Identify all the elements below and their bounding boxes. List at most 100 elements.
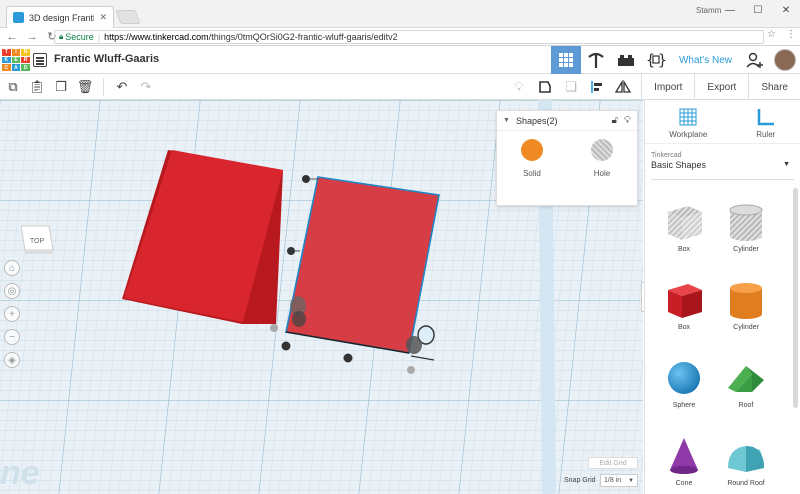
- 3d-view-button[interactable]: [550, 46, 581, 74]
- zoom-out-icon[interactable]: −: [4, 329, 20, 345]
- edit-grid-button[interactable]: Edit Grid: [588, 457, 638, 469]
- undo-icon[interactable]: ↶: [113, 78, 131, 96]
- home-view-icon[interactable]: ⌂: [4, 260, 20, 276]
- group-icon[interactable]: ❏: [562, 78, 580, 96]
- browser-tab-strip: 3D design Frantic Wluff… ✕ Stamm — ☐ ✕: [0, 0, 800, 28]
- ruler-tool[interactable]: Ruler: [756, 107, 776, 139]
- address-bar-row: ← → ↻ 🔒︎ Secure | https://www.tinkercad.…: [0, 28, 800, 46]
- shape-label: Roof: [738, 402, 754, 409]
- ruler-label: Ruler: [756, 130, 776, 139]
- file-actions: Import Export Share: [641, 74, 800, 100]
- forward-arrow-icon[interactable]: →: [24, 29, 40, 45]
- url-separator: |: [97, 32, 101, 42]
- hole-swatch[interactable]: [591, 139, 613, 161]
- workplane-tool[interactable]: Workplane: [669, 107, 707, 139]
- window-controls: — ☐ ✕: [716, 0, 800, 20]
- solid-option[interactable]: Solid: [521, 139, 543, 178]
- shape-item-cylinder[interactable]: Cylinder: [715, 200, 777, 272]
- logo-letter: I: [11, 49, 21, 56]
- box-icon: [662, 278, 706, 322]
- grid-icon: [558, 53, 573, 67]
- solid-label: Solid: [523, 169, 541, 178]
- shape-library-select[interactable]: Tinkercad Basic Shapes ▼: [651, 152, 794, 180]
- shape-label: Sphere: [672, 402, 696, 409]
- duplicate-icon[interactable]: ❐: [52, 78, 70, 96]
- delete-icon[interactable]: 🗑︎: [76, 78, 94, 96]
- shape-item-roof[interactable]: Roof: [715, 356, 777, 428]
- align-icon[interactable]: [588, 78, 606, 96]
- bricks-button[interactable]: [611, 46, 641, 74]
- collapse-triangle-icon[interactable]: ▼: [503, 117, 510, 124]
- copy-icon[interactable]: ⧉: [4, 78, 22, 96]
- header-actions: {} What's New: [550, 46, 800, 74]
- cyl-icon: [724, 278, 768, 322]
- shape-item-box[interactable]: Box: [653, 200, 715, 272]
- chevron-down-icon: ▼: [628, 477, 634, 484]
- edit-toolbar: ⧉ 📋︎ ❐ 🗑︎ ↶ ↷ 💡︎ ❏ Import Export Share: [0, 74, 800, 100]
- add-user-button[interactable]: [740, 46, 770, 74]
- library-category: Tinkercad: [651, 152, 682, 159]
- lock-icon: 🔒︎: [59, 32, 64, 41]
- tinkercad-logo[interactable]: TIN KER CAD: [2, 49, 30, 71]
- export-button[interactable]: Export: [694, 74, 748, 100]
- avatar[interactable]: [774, 49, 796, 71]
- back-arrow-icon[interactable]: ←: [4, 29, 20, 45]
- hole-option[interactable]: Hole: [591, 139, 613, 178]
- import-button[interactable]: Import: [641, 74, 694, 100]
- shape-label: Round Roof: [727, 480, 765, 487]
- close-window-icon[interactable]: ✕: [772, 0, 800, 20]
- pickaxe-icon: [588, 52, 604, 68]
- panel-tools: Workplane Ruler: [645, 100, 800, 144]
- paste-icon[interactable]: 📋︎: [28, 78, 46, 96]
- sphere-icon: [662, 356, 706, 400]
- fit-view-icon[interactable]: ◎: [4, 283, 20, 299]
- design-list-icon[interactable]: [33, 53, 47, 67]
- shape-item-cone[interactable]: Cone: [653, 434, 715, 494]
- lightbulb-icon[interactable]: 💡︎: [510, 78, 528, 96]
- snap-grid-select[interactable]: 1/8 in ▼: [600, 474, 638, 487]
- zoom-in-icon[interactable]: +: [4, 306, 20, 322]
- shape-grid: Box Cylinder Box Cylinder Sphere Roof Cone Roun…: [653, 200, 777, 494]
- snap-grid-value: 1/8 in: [604, 477, 622, 484]
- svg-text:{: {: [646, 51, 655, 69]
- panel-scrollbar[interactable]: [793, 188, 798, 408]
- close-tab-icon[interactable]: ✕: [99, 12, 107, 23]
- new-tab-button[interactable]: [115, 10, 141, 24]
- minimize-icon[interactable]: —: [716, 0, 744, 20]
- secure-label: Secure: [65, 32, 94, 42]
- codeblocks-button[interactable]: {}: [641, 46, 671, 74]
- url-input[interactable]: 🔒︎ Secure | https://www.tinkercad.com/th…: [54, 30, 764, 44]
- bookmark-star-icon[interactable]: ☆: [767, 29, 776, 40]
- browser-menu-icon[interactable]: ⋮: [786, 29, 796, 40]
- whats-new-link[interactable]: What's New: [671, 55, 740, 66]
- logo-letter: C: [2, 64, 11, 71]
- shape-label: Cylinder: [733, 246, 759, 253]
- chevron-down-icon: ▼: [783, 161, 790, 168]
- roundroof-icon: [724, 434, 768, 478]
- workplane-icon: [679, 108, 697, 126]
- shape-item-round-roof[interactable]: Round Roof: [715, 434, 777, 494]
- shape-label: Cone: [675, 480, 693, 487]
- shape-item-cylinder[interactable]: Cylinder: [715, 278, 777, 350]
- maximize-icon[interactable]: ☐: [744, 0, 772, 20]
- solid-color-swatch[interactable]: [521, 139, 543, 161]
- visibility-lightbulb-icon[interactable]: 💡︎: [624, 115, 631, 126]
- shape-inspector: ▼ Shapes(2) 🔓︎ 💡︎ Solid Hole: [496, 110, 638, 206]
- shape-item-box[interactable]: Box: [653, 278, 715, 350]
- blocks-button[interactable]: [581, 46, 611, 74]
- ortho-view-icon[interactable]: ◈: [4, 352, 20, 368]
- mirror-icon[interactable]: [614, 78, 632, 96]
- browser-tab[interactable]: 3D design Frantic Wluff… ✕: [6, 6, 114, 28]
- shape-item-sphere[interactable]: Sphere: [653, 356, 715, 428]
- logo-letter: K: [2, 56, 11, 64]
- inspector-header[interactable]: ▼ Shapes(2) 🔓︎ 💡︎: [497, 111, 637, 131]
- app-header: TIN KER CAD Frantic Wluff-Gaaris {} What's…: [0, 46, 800, 74]
- redo-icon[interactable]: ↷: [137, 78, 155, 96]
- share-button[interactable]: Share: [748, 74, 800, 100]
- shapes-panel: Workplane Ruler Tinkercad Basic Shapes ▼…: [644, 100, 800, 494]
- edit-actions: ⧉ 📋︎ ❐ 🗑︎ ↶ ↷: [4, 78, 155, 96]
- note-shape-icon[interactable]: [536, 78, 554, 96]
- design-title[interactable]: Frantic Wluff-Gaaris: [54, 53, 159, 65]
- workplane-watermark: ne: [0, 454, 40, 492]
- lock-shape-icon[interactable]: 🔓︎: [612, 115, 618, 126]
